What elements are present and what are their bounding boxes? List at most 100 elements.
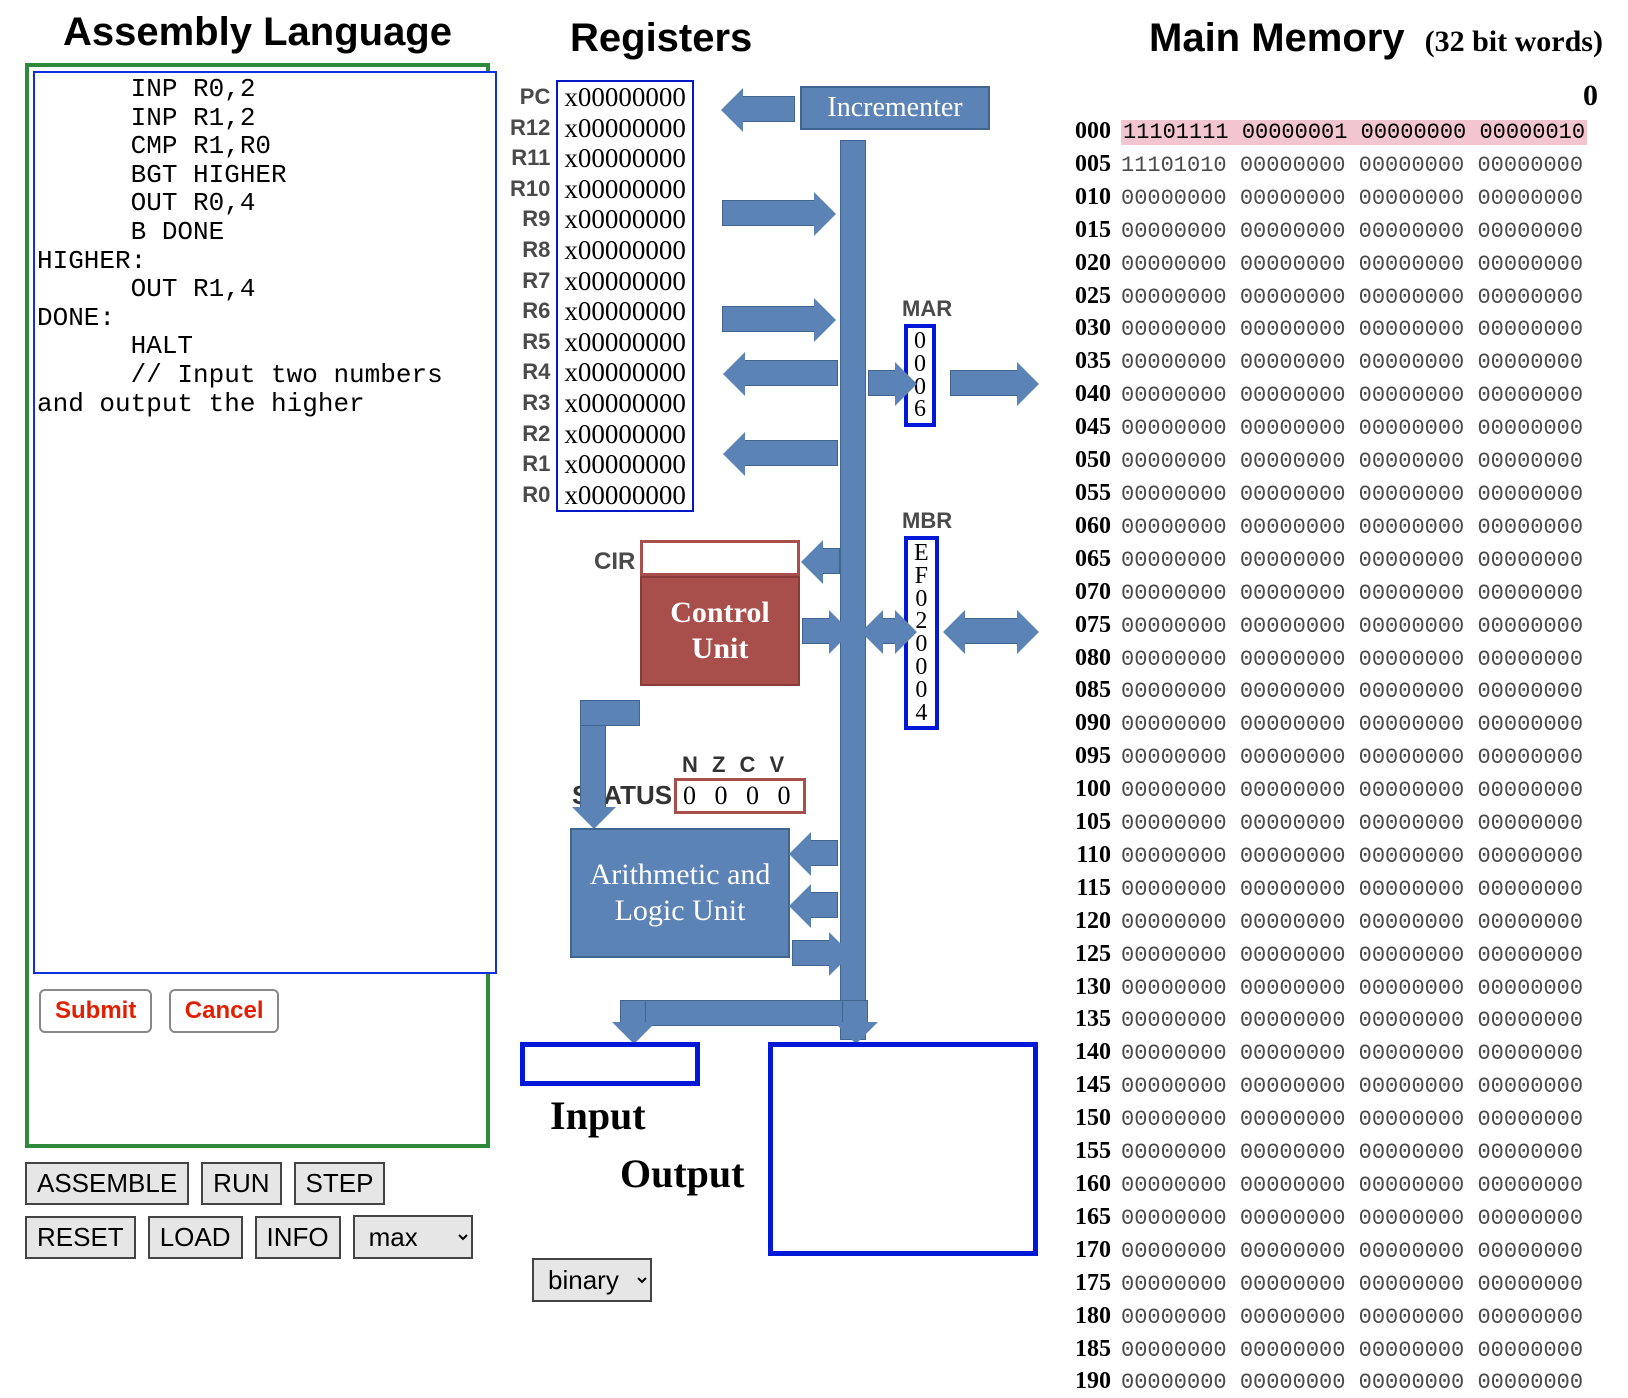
memory-row: 10000000000 00000000 00000000 00000000 [1069, 773, 1628, 806]
memory-value: 00000000 00000000 00000000 00000000 [1121, 252, 1583, 277]
memory-row: 09000000000 00000000 00000000 00000000 [1069, 707, 1628, 740]
memory-addr: 095 [1069, 740, 1121, 773]
memory-value: 00000000 00000000 00000000 00000000 [1121, 811, 1583, 836]
memory-row: 14500000000 00000000 00000000 00000000 [1069, 1069, 1628, 1102]
speed-select[interactable]: max [353, 1215, 473, 1259]
cancel-button[interactable]: Cancel [169, 989, 280, 1033]
memory-value: 00000000 00000000 00000000 00000000 [1121, 1239, 1583, 1264]
memory-row: 08000000000 00000000 00000000 00000000 [1069, 642, 1628, 675]
register-value-pc: x00000000 [564, 82, 686, 113]
memory-value: 00000000 00000000 00000000 00000000 [1121, 350, 1583, 375]
register-value-r9: x00000000 [564, 204, 686, 235]
memory-row: 16000000000 00000000 00000000 00000000 [1069, 1168, 1628, 1201]
memory-value: 00000000 00000000 00000000 00000000 [1121, 482, 1583, 507]
memory-col-header: 0 [1069, 79, 1628, 113]
arrow-mar-to-mem [950, 370, 1020, 396]
assemble-button[interactable]: ASSEMBLE [25, 1162, 189, 1205]
assembly-title: Assembly Language [25, 10, 490, 55]
format-select[interactable]: binary [532, 1258, 652, 1302]
memory-value: 00000000 00000000 00000000 00000000 [1121, 745, 1583, 770]
memory-addr: 000 [1069, 115, 1121, 148]
memory-addr: 100 [1069, 773, 1121, 806]
memory-row: 00511101010 00000000 00000000 00000000 [1069, 148, 1628, 181]
nzcv-label: N Z C V [682, 752, 788, 778]
bus-spine [840, 140, 866, 1040]
memory-addr: 025 [1069, 280, 1121, 313]
register-value-r1: x00000000 [564, 449, 686, 480]
arrow-reg-out-1 [722, 200, 817, 226]
register-label-pc: PC [520, 82, 551, 113]
memory-value: 00000000 00000000 00000000 00000000 [1121, 976, 1583, 1001]
register-value-r11: x00000000 [564, 143, 686, 174]
register-value-r10: x00000000 [564, 174, 686, 205]
register-file: PCR12R11R10R9R8R7R6R5R4R3R2R1R0 x0000000… [510, 80, 694, 512]
register-value-r8: x00000000 [564, 235, 686, 266]
output-label: Output [620, 1150, 745, 1197]
memory-addr: 070 [1069, 576, 1121, 609]
memory-addr: 120 [1069, 905, 1121, 938]
memory-addr: 010 [1069, 181, 1121, 214]
memory-addr: 015 [1069, 214, 1121, 247]
memory-addr: 170 [1069, 1234, 1121, 1267]
memory-value: 00000000 00000000 00000000 00000000 [1121, 1206, 1583, 1231]
register-label-r12: R12 [510, 113, 550, 144]
memory-value: 00000000 00000000 00000000 00000000 [1121, 1074, 1583, 1099]
memory-value: 00000000 00000000 00000000 00000000 [1121, 877, 1583, 902]
register-value-r6: x00000000 [564, 296, 686, 327]
arrow-bus-mbr [880, 618, 898, 644]
memory-row: 02500000000 00000000 00000000 00000000 [1069, 280, 1628, 313]
reset-button[interactable]: RESET [25, 1216, 136, 1259]
info-button[interactable]: INFO [255, 1216, 341, 1259]
memory-value: 00000000 00000000 00000000 00000000 [1121, 581, 1583, 606]
arrow-cu-elbow [580, 700, 640, 726]
input-box[interactable] [520, 1042, 700, 1086]
register-value-r0: x00000000 [564, 480, 686, 511]
memory-row: 06000000000 00000000 00000000 00000000 [1069, 510, 1628, 543]
memory-value: 00000000 00000000 00000000 00000000 [1121, 1041, 1583, 1066]
memory-addr: 180 [1069, 1300, 1121, 1333]
arrow-bus-to-mar [868, 370, 898, 396]
step-button[interactable]: STEP [294, 1162, 386, 1205]
memory-addr: 125 [1069, 938, 1121, 971]
arrow-cu-to-bus [802, 618, 832, 644]
alu-box: Arithmetic and Logic Unit [570, 828, 790, 958]
memory-addr: 020 [1069, 247, 1121, 280]
mar-label: MAR [902, 296, 952, 322]
status-register: 0 0 0 0 [674, 778, 806, 814]
memory-addr: 130 [1069, 971, 1121, 1004]
memory-addr: 175 [1069, 1267, 1121, 1300]
register-label-r11: R11 [511, 143, 550, 174]
arrow-alu-to-bus [792, 940, 832, 966]
register-value-r5: x00000000 [564, 327, 686, 358]
memory-row: 10500000000 00000000 00000000 00000000 [1069, 806, 1628, 839]
memory-row: 11500000000 00000000 00000000 00000000 [1069, 872, 1628, 905]
arrow-bus-to-alu-1 [808, 840, 838, 866]
memory-addr: 105 [1069, 806, 1121, 839]
memory-row: 01000000000 00000000 00000000 00000000 [1069, 181, 1628, 214]
memory-value: 11101111 00000001 00000000 00000010 [1121, 120, 1587, 145]
memory-value: 00000000 00000000 00000000 00000000 [1121, 317, 1583, 342]
memory-row: 04000000000 00000000 00000000 00000000 [1069, 378, 1628, 411]
run-button[interactable]: RUN [201, 1162, 281, 1205]
memory-subtitle: (32 bit words) [1425, 25, 1603, 59]
memory-row: 03500000000 00000000 00000000 00000000 [1069, 345, 1628, 378]
memory-addr: 060 [1069, 510, 1121, 543]
memory-row: 17500000000 00000000 00000000 00000000 [1069, 1267, 1628, 1300]
code-editor[interactable] [33, 71, 497, 974]
memory-addr: 065 [1069, 543, 1121, 576]
memory-row: 06500000000 00000000 00000000 00000000 [1069, 543, 1628, 576]
arrow-reg-in-2 [742, 440, 838, 466]
memory-addr: 155 [1069, 1135, 1121, 1168]
memory-addr: 115 [1069, 872, 1121, 905]
register-label-r1: R1 [522, 449, 550, 480]
memory-addr: 135 [1069, 1003, 1121, 1036]
load-button[interactable]: LOAD [148, 1216, 243, 1259]
memory-value: 11101010 00000000 00000000 00000000 [1121, 153, 1583, 178]
memory-table: 00011101111 00000001 00000000 00000010 00… [1069, 115, 1628, 1398]
submit-button[interactable]: Submit [39, 989, 152, 1033]
memory-value: 00000000 00000000 00000000 00000000 [1121, 186, 1583, 211]
memory-addr: 145 [1069, 1069, 1121, 1102]
register-value-r3: x00000000 [564, 388, 686, 419]
memory-row: 02000000000 00000000 00000000 00000000 [1069, 247, 1628, 280]
register-value-r4: x00000000 [564, 357, 686, 388]
